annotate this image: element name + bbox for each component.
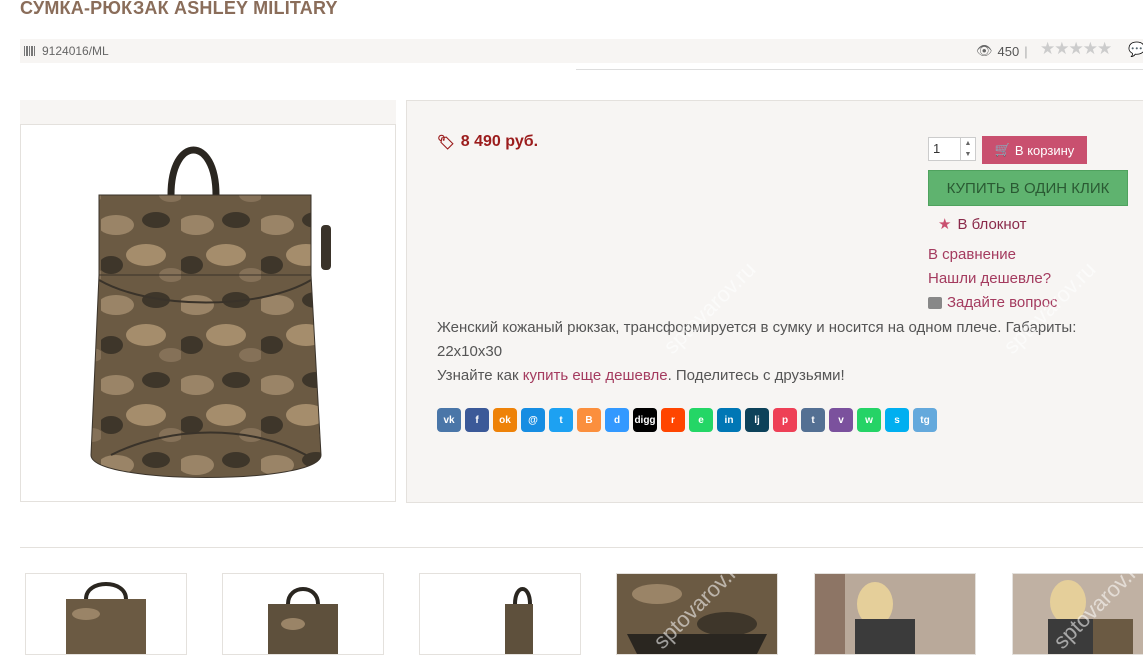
thumbnail-3[interactable] [419, 573, 581, 655]
product-main-image[interactable] [20, 124, 396, 502]
tags-icon: 🏷 [437, 133, 455, 150]
delicious-share-icon[interactable]: d [605, 408, 629, 432]
star-icon: ★ [938, 216, 952, 233]
ask-label: Задайте вопрос [947, 294, 1058, 311]
share-buttons: vk f ok @ t Bd digg r e in lj p t v w s tg [437, 408, 937, 432]
description-text: Женский кожаный рюкзак, трансформируется… [437, 319, 1077, 360]
divider [20, 547, 1143, 548]
thumbnail-2[interactable] [222, 573, 384, 655]
share-suffix: . Поделитесь с друзьями! [667, 367, 845, 384]
notebook-link[interactable]: ★ В блокнот [938, 215, 1027, 234]
decrement-icon[interactable]: ▼ [965, 151, 972, 158]
rating-stars[interactable]: ★★★★★ [1040, 39, 1112, 59]
product-title: СУМКА-РЮКЗАК ASHLEY MILITARY [20, 0, 338, 18]
thumbnail-5[interactable] [814, 573, 976, 655]
thumbnail-4[interactable] [616, 573, 778, 655]
moimir-share-icon[interactable]: @ [521, 408, 545, 432]
eye-icon: 👁 [976, 43, 993, 58]
cart-icon: 🛒 [994, 142, 1011, 157]
blogger-share-icon[interactable]: B [577, 408, 601, 432]
backpack-image [268, 587, 338, 654]
cart-label: В корзину [1014, 142, 1075, 158]
digg-share-icon[interactable]: digg [633, 408, 657, 432]
product-description: Женский кожаный рюкзак, трансформируется… [437, 316, 1127, 388]
ask-question-link[interactable]: Задайте вопрос [928, 294, 1058, 311]
comments-icon[interactable]: 💬 [1128, 41, 1143, 58]
backpack-image [505, 587, 533, 654]
quantity-value: 1 [933, 141, 941, 156]
compare-link[interactable]: В сравнение [928, 246, 1016, 263]
thumbnail-1[interactable] [25, 573, 187, 655]
skype-share-icon[interactable]: s [885, 408, 909, 432]
evernote-share-icon[interactable]: e [689, 408, 713, 432]
quantity-spinner[interactable]: ▲ ▼ [960, 138, 975, 160]
sku: 9124016/ML [24, 44, 109, 58]
share-line: Узнайте как купить еще дешевле. Поделите… [437, 364, 1127, 388]
cheaper-link[interactable]: купить еще дешевле [523, 367, 668, 384]
price-value: 8 490 руб. [460, 133, 539, 150]
separator: | [1024, 43, 1028, 59]
found-cheaper-link[interactable]: Нашли дешевле? [928, 270, 1051, 287]
product-info-bar: 9124016/ML 👁 450 | ★★★★★ 💬 [20, 39, 1143, 63]
image-panel-header [20, 100, 396, 124]
whatsapp-share-icon[interactable]: w [857, 408, 881, 432]
divider [576, 69, 1143, 70]
thumbnail-6[interactable] [1012, 573, 1143, 655]
odnoklassniki-share-icon[interactable]: ok [493, 408, 517, 432]
facebook-share-icon[interactable]: f [465, 408, 489, 432]
backpack-image [617, 574, 777, 654]
one-click-buy-button[interactable]: КУПИТЬ В ОДИН КЛИК [928, 170, 1128, 206]
tumblr-share-icon[interactable]: t [801, 408, 825, 432]
quantity-stepper[interactable]: 1 ▲ ▼ [928, 137, 976, 161]
lifestyle-photo [815, 574, 975, 654]
add-to-cart-button[interactable]: 🛒 В корзину [982, 136, 1087, 164]
sku-value: 9124016/ML [42, 44, 109, 58]
question-icon [928, 296, 942, 309]
backpack-image [90, 146, 331, 478]
telegram-share-icon[interactable]: tg [913, 408, 937, 432]
reddit-share-icon[interactable]: r [661, 408, 685, 432]
backpack-image [66, 582, 146, 654]
share-prefix: Узнайте как [437, 367, 523, 384]
vk-share-icon[interactable]: vk [437, 408, 461, 432]
increment-icon[interactable]: ▲ [965, 140, 972, 147]
livejournal-share-icon[interactable]: lj [745, 408, 769, 432]
lifestyle-photo [1013, 574, 1143, 654]
barcode-icon [24, 46, 36, 56]
notebook-label: В блокнот [957, 215, 1027, 233]
linkedin-share-icon[interactable]: in [717, 408, 741, 432]
viber-share-icon[interactable]: v [829, 408, 853, 432]
price: 🏷 8 490 руб. [437, 133, 538, 151]
views-value: 450 [997, 43, 1020, 59]
views-counter: 👁 450 | [976, 43, 1028, 59]
twitter-share-icon[interactable]: t [549, 408, 573, 432]
pocket-share-icon[interactable]: p [773, 408, 797, 432]
